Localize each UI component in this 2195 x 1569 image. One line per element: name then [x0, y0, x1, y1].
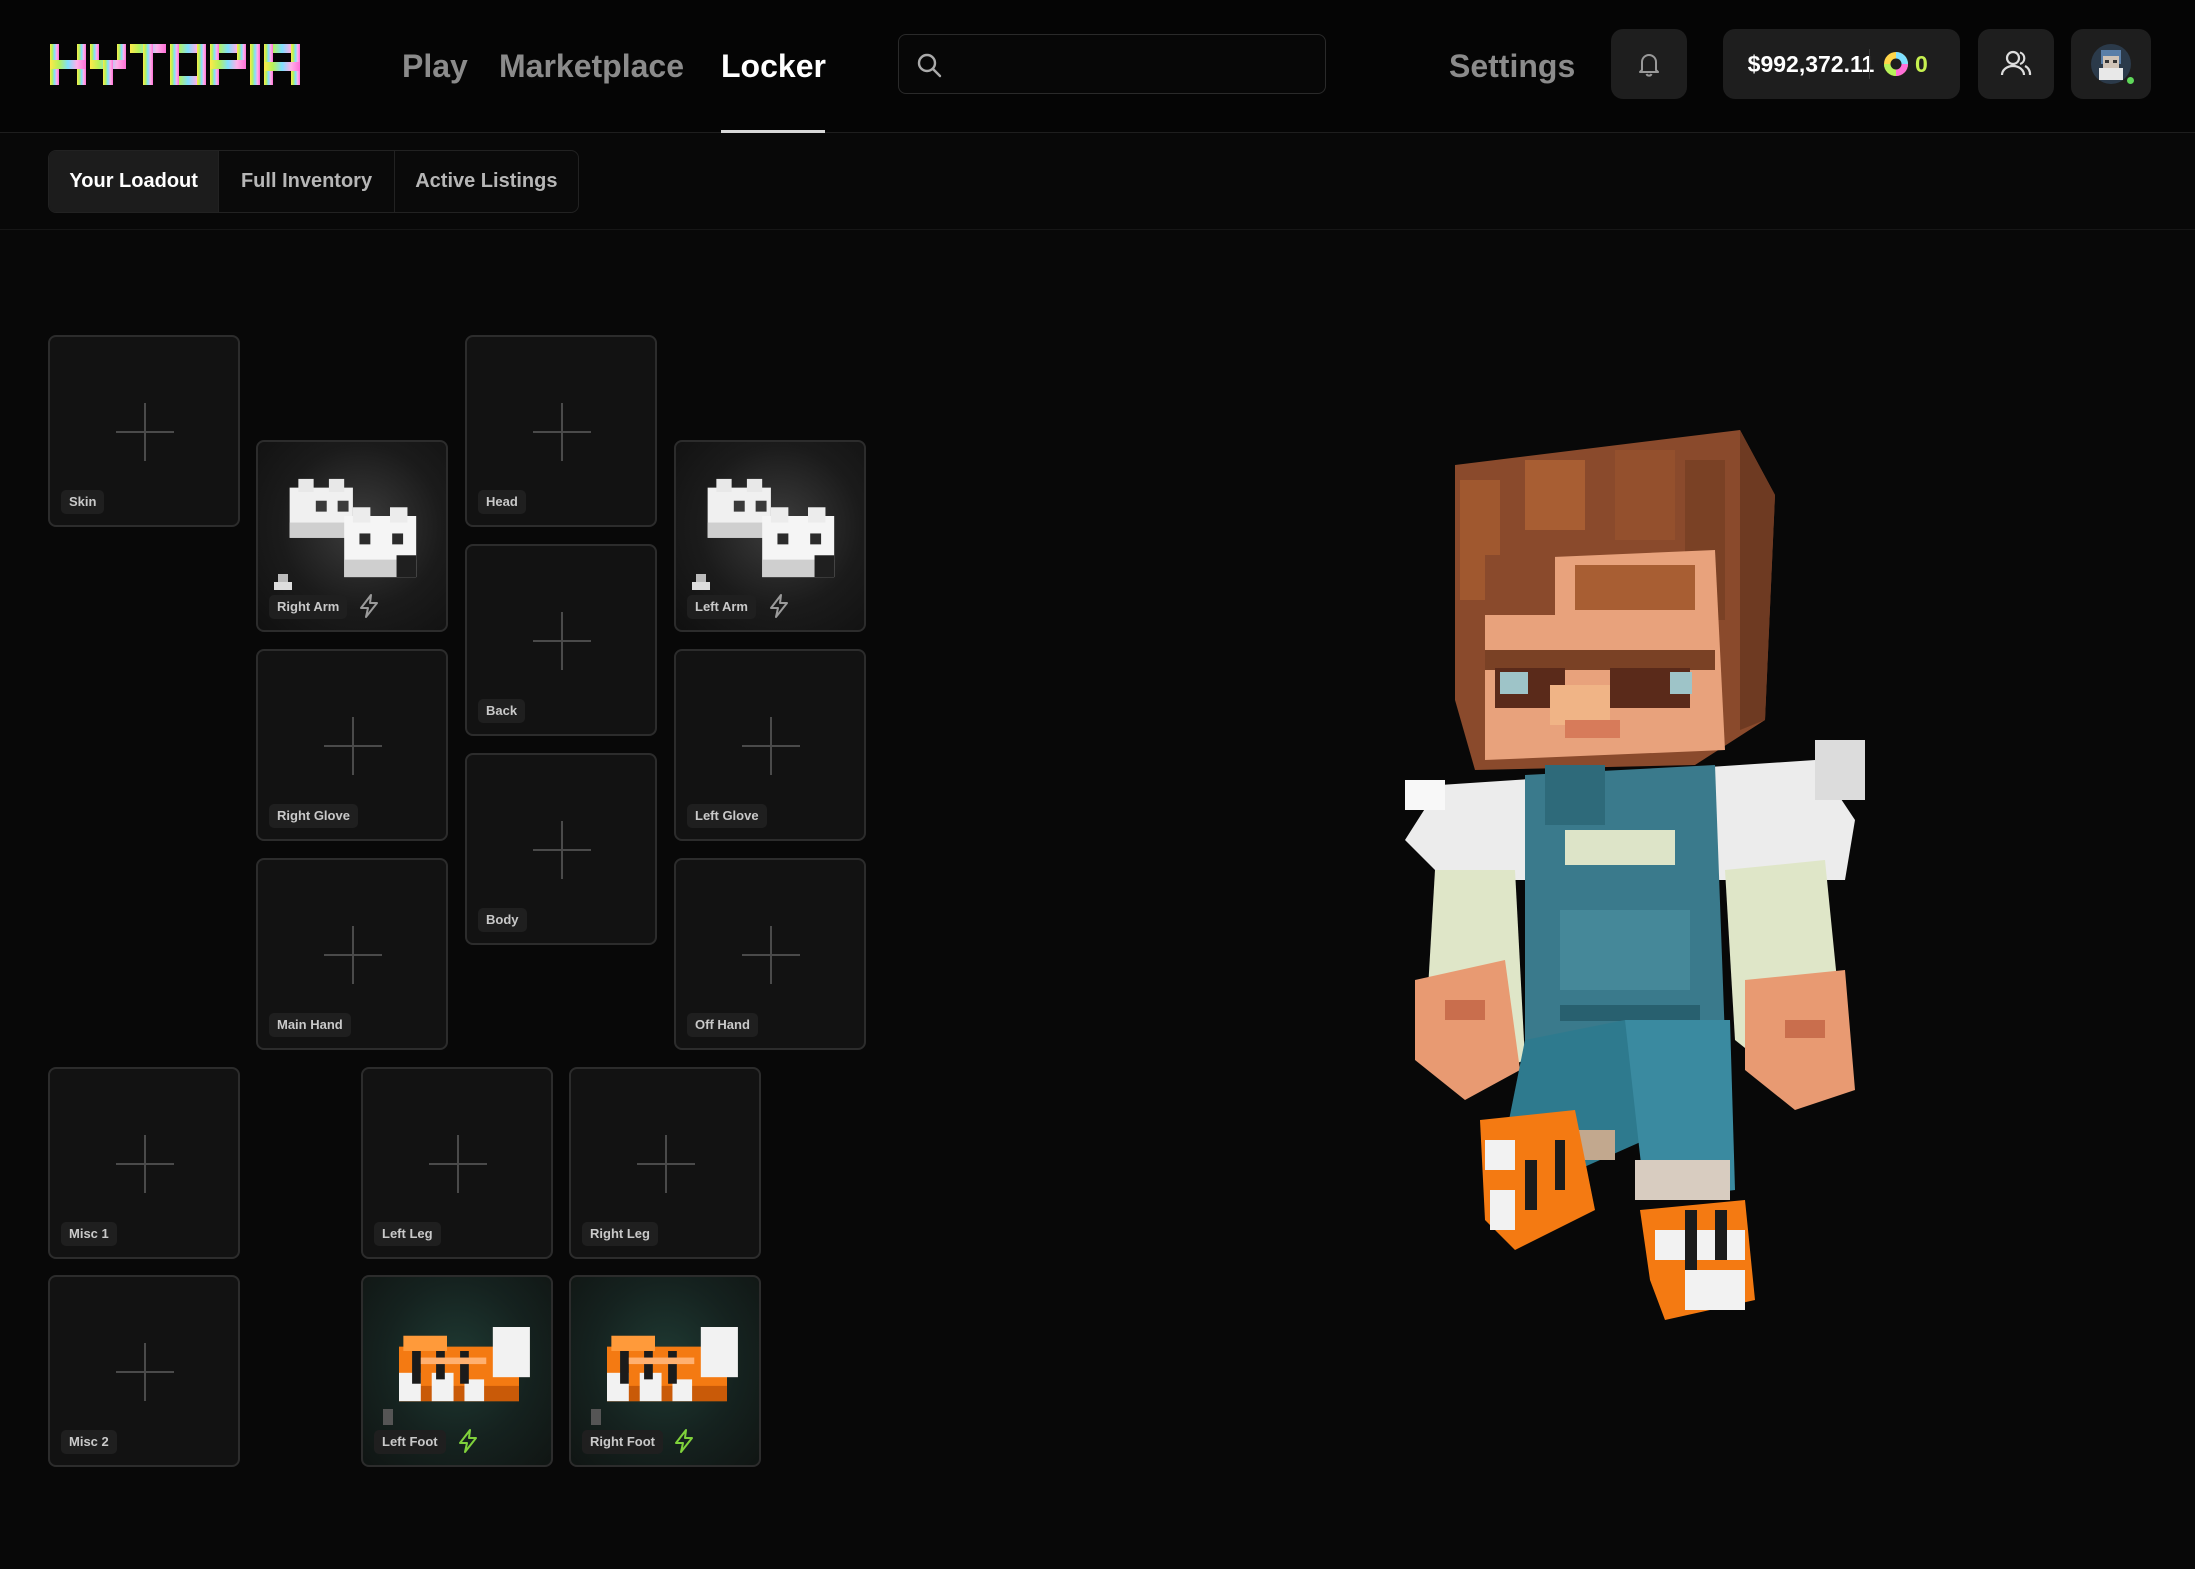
slot-left-arm[interactable]: Left Arm [674, 440, 866, 632]
slot-misc-2[interactable]: Misc 2 [48, 1275, 240, 1467]
slot-label: Main Hand [269, 1013, 351, 1037]
slot-left-glove[interactable]: Left Glove [674, 649, 866, 841]
tiger-feet-item [607, 1327, 738, 1402]
plus-icon [637, 1135, 695, 1193]
nav-play[interactable]: Play [402, 44, 468, 88]
character-preview[interactable] [1385, 420, 1905, 1350]
slot-label: Off Hand [687, 1013, 758, 1037]
bolt-icon [770, 594, 788, 618]
friends-button[interactable] [1978, 29, 2054, 99]
bolt-icon [459, 1429, 477, 1453]
slot-label: Misc 1 [61, 1222, 117, 1246]
slot-label: Back [478, 699, 526, 723]
slot-misc-1[interactable]: Misc 1 [48, 1067, 240, 1259]
tab-full-inventory[interactable]: Full Inventory [219, 151, 395, 212]
slot-label: Right Leg [582, 1222, 658, 1246]
slot-body[interactable]: Body [465, 753, 657, 945]
slot-right-foot[interactable]: Right Foot [569, 1275, 761, 1467]
nav-active-indicator [721, 130, 825, 133]
slot-head[interactable]: Head [465, 335, 657, 527]
tier-icon [692, 574, 710, 590]
notifications-button[interactable] [1611, 29, 1687, 99]
nav-settings[interactable]: Settings [1449, 44, 1575, 88]
white-paw-gloves-item [707, 478, 835, 578]
bolt-icon [360, 594, 378, 618]
online-status-dot [2125, 75, 2136, 86]
plus-icon [324, 717, 382, 775]
slot-label: Right Arm [269, 595, 348, 619]
nav-locker[interactable]: Locker [721, 44, 826, 88]
slot-label: Left Glove [687, 804, 767, 828]
plus-icon [533, 403, 591, 461]
balance-amount: $992,372.11 [1747, 51, 1875, 77]
nav-marketplace[interactable]: Marketplace [499, 44, 684, 88]
slot-label: Head [478, 490, 526, 514]
wallet-separator [1869, 49, 1870, 79]
plus-icon [116, 403, 174, 461]
locker-tabs: Your Loadout Full Inventory Active Listi… [48, 150, 579, 213]
white-paw-gloves-item [289, 478, 417, 578]
plus-icon [742, 926, 800, 984]
slot-off-hand[interactable]: Off Hand [674, 858, 866, 1050]
slot-label: Left Leg [374, 1222, 441, 1246]
slot-label: Right Foot [582, 1430, 663, 1454]
tier-icon [274, 574, 292, 590]
coin-count: 0 [1915, 51, 1928, 77]
coin-icon [1884, 52, 1908, 76]
slot-right-glove[interactable]: Right Glove [256, 649, 448, 841]
plus-icon [533, 612, 591, 670]
slot-label: Left Foot [374, 1430, 446, 1454]
slot-right-arm[interactable]: Right Arm [256, 440, 448, 632]
slot-label: Misc 2 [61, 1430, 117, 1454]
profile-button[interactable] [2071, 29, 2151, 99]
slot-label: Body [478, 908, 527, 932]
top-nav-bar: Play Marketplace Locker Settings $992,37… [0, 0, 2195, 133]
plus-icon [116, 1135, 174, 1193]
hytopia-logo[interactable] [50, 44, 326, 85]
slot-left-leg[interactable]: Left Leg [361, 1067, 553, 1259]
slot-skin[interactable]: Skin [48, 335, 240, 527]
plus-icon [742, 717, 800, 775]
bolt-icon [675, 1429, 693, 1453]
slot-back[interactable]: Back [465, 544, 657, 736]
tab-active-listings[interactable]: Active Listings [395, 151, 578, 212]
friends-icon [2000, 50, 2032, 76]
bell-icon [1639, 54, 1659, 77]
tier-icon [591, 1409, 601, 1425]
slot-right-leg[interactable]: Right Leg [569, 1067, 761, 1259]
slot-left-foot[interactable]: Left Foot [361, 1275, 553, 1467]
tabs-divider [0, 229, 2195, 230]
search-icon [917, 53, 942, 78]
slot-label: Skin [61, 490, 105, 514]
tiger-feet-item [399, 1327, 530, 1402]
search-input[interactable] [949, 35, 1319, 93]
plus-icon [116, 1343, 174, 1401]
tier-icon [383, 1409, 393, 1425]
plus-icon [429, 1135, 487, 1193]
wallet-balance[interactable]: $992,372.11 0 [1723, 29, 1960, 99]
search-box[interactable] [898, 34, 1326, 94]
plus-icon [324, 926, 382, 984]
slot-label: Right Glove [269, 804, 358, 828]
plus-icon [533, 821, 591, 879]
slot-main-hand[interactable]: Main Hand [256, 858, 448, 1050]
slot-label: Left Arm [687, 595, 756, 619]
tab-your-loadout[interactable]: Your Loadout [49, 151, 220, 212]
